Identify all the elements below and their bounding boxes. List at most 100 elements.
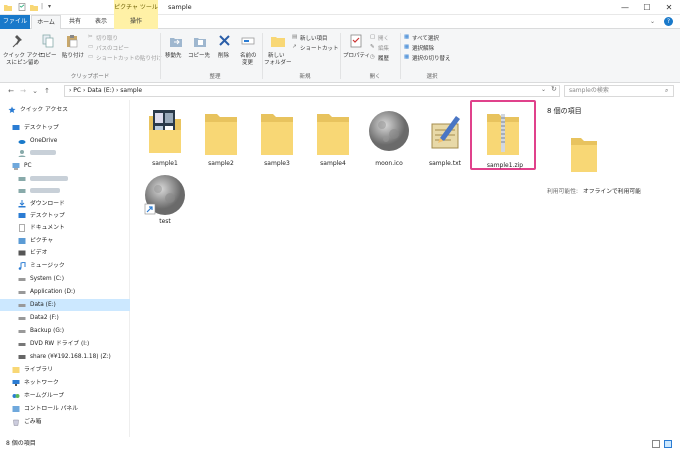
nav-network-drive-2[interactable] xyxy=(0,185,130,197)
paste-button[interactable]: 貼り付け xyxy=(62,51,84,59)
file-item-sample1[interactable]: sample1 xyxy=(135,104,195,170)
nav-onedrive[interactable]: OneDrive xyxy=(0,135,130,147)
folder-icon[interactable] xyxy=(4,3,12,11)
invert-selection-button[interactable]: 選択の切り替え xyxy=(412,54,451,62)
select-all-button[interactable]: すべて選択 xyxy=(412,34,439,42)
status-item-count: 8 個の項目 xyxy=(6,440,36,447)
nav-music[interactable]: ミュージック xyxy=(0,260,130,272)
copy-path-button[interactable]: パスのコピー xyxy=(96,44,129,52)
nav-documents[interactable]: ドキュメント xyxy=(0,222,130,234)
file-item-sample4[interactable]: sample4 xyxy=(303,104,363,170)
tab-share[interactable]: 共有 xyxy=(62,15,88,29)
clipboard-group-label: クリップボード xyxy=(70,74,110,80)
nav-desktop-pc[interactable]: デスクトップ xyxy=(0,210,130,222)
move-to-button[interactable]: 移動先 xyxy=(165,51,182,59)
folder-icon xyxy=(205,114,237,155)
tab-file[interactable]: ファイル xyxy=(0,15,30,29)
back-button[interactable]: ← xyxy=(6,85,16,97)
search-input[interactable]: sampleの検索 ⌕ xyxy=(564,85,674,97)
close-button[interactable]: ✕ xyxy=(658,0,680,15)
history-button[interactable]: 履歴 xyxy=(378,54,389,62)
nav-data2-drive[interactable]: Data2 (F:) xyxy=(0,312,130,324)
nav-dvd-drive[interactable]: DVD RW ドライブ (I:) xyxy=(0,338,130,350)
details-view-icon[interactable] xyxy=(652,440,660,448)
cut-button[interactable]: 切り取り xyxy=(96,34,118,42)
paste-shortcut-button[interactable]: ショートカットの貼り付け xyxy=(96,54,162,62)
file-item-sample2[interactable]: sample2 xyxy=(191,104,251,170)
nav-desktop[interactable]: デスクトップ xyxy=(0,122,130,134)
file-item-test[interactable]: test xyxy=(135,170,195,230)
file-item-sample-txt[interactable]: sample.txt xyxy=(415,104,475,170)
nav-pc[interactable]: PC xyxy=(0,160,130,172)
nav-homegroup[interactable]: ホームグループ xyxy=(0,390,130,402)
properties-button[interactable]: プロパティ xyxy=(343,51,370,59)
nav-user-folder[interactable] xyxy=(0,147,130,159)
nav-backup-drive[interactable]: Backup (G:) xyxy=(0,325,130,337)
redacted-text xyxy=(30,188,60,193)
drive-icon xyxy=(18,304,26,307)
copy-button[interactable]: コピー xyxy=(40,51,57,59)
edit-button[interactable]: 編集 xyxy=(378,44,389,52)
new-shortcut-button[interactable]: ショートカット xyxy=(300,44,339,52)
copy-to-button[interactable]: コピー先 xyxy=(188,51,210,59)
recent-locations-button[interactable]: ⌄ xyxy=(30,85,40,97)
nav-system-drive[interactable]: System (C:) xyxy=(0,273,130,285)
nav-pictures[interactable]: ピクチャ xyxy=(0,235,130,247)
select-none-button[interactable]: 選択解除 xyxy=(412,44,434,52)
folder-icon xyxy=(317,114,349,155)
address-input[interactable]: › PC › Data (E:) › sample xyxy=(64,85,560,97)
shortcut-icon: ↗ xyxy=(292,44,297,50)
help-icon[interactable]: ? xyxy=(664,17,673,26)
network-drive-icon xyxy=(18,177,26,181)
network-drive-icon xyxy=(18,355,26,359)
new-item-button[interactable]: 新しい項目 xyxy=(300,34,328,42)
item-count: 8 個の項目 xyxy=(547,107,582,115)
nav-recycle-bin[interactable]: ごみ箱 xyxy=(0,416,130,428)
download-icon xyxy=(18,200,26,208)
minimize-button[interactable]: — xyxy=(614,0,636,15)
nav-downloads[interactable]: ダウンロード xyxy=(0,198,130,210)
tab-manage[interactable]: 操作 xyxy=(114,15,158,29)
desktop-icon xyxy=(12,125,20,130)
availability-label: 利用可能性: xyxy=(547,189,578,195)
up-button[interactable]: ↑ xyxy=(42,85,52,97)
properties-icon xyxy=(350,34,362,48)
open-button[interactable]: 開く xyxy=(378,34,389,42)
nav-network-drive-1[interactable] xyxy=(0,173,130,185)
customize-qat-icon[interactable]: ▾ xyxy=(48,3,51,10)
refresh-icon[interactable]: ↻ xyxy=(551,85,557,93)
address-dropdown-icon[interactable]: ⌄ xyxy=(541,86,546,93)
nav-data-drive[interactable]: Data (E:) xyxy=(0,299,130,311)
properties-icon[interactable] xyxy=(18,3,26,11)
delete-button[interactable]: 削除 xyxy=(218,51,229,59)
availability-value: オフラインで利用可能 xyxy=(583,189,641,195)
new-folder-icon[interactable] xyxy=(30,3,38,11)
tab-view[interactable]: 表示 xyxy=(88,15,114,29)
maximize-button[interactable]: ☐ xyxy=(636,0,658,15)
nav-videos[interactable]: ビデオ xyxy=(0,247,130,259)
text-file-icon xyxy=(431,116,460,149)
large-icons-view-icon[interactable] xyxy=(664,440,672,448)
file-item-sample1-zip[interactable]: sample1.zip xyxy=(470,100,536,170)
nav-share-drive[interactable]: share (¥¥192.168.1.18) (Z:) xyxy=(0,351,130,363)
tab-home[interactable]: ホーム xyxy=(31,15,61,30)
ribbon-collapse-icon[interactable]: ⌄ xyxy=(650,18,655,25)
nav-network[interactable]: ネットワーク xyxy=(0,377,130,389)
folder-with-images-icon xyxy=(149,110,181,153)
edit-icon: ✎ xyxy=(370,44,375,50)
new-folder-icon xyxy=(271,37,285,47)
address-bar-row: ← → ⌄ ↑ › PC › Data (E:) › sample ⌄ ↻ sa… xyxy=(0,83,680,99)
nav-application-drive[interactable]: Application (D:) xyxy=(0,286,130,298)
file-item-sample3[interactable]: sample3 xyxy=(247,104,307,170)
cut-icon: ✂ xyxy=(88,34,93,40)
new-folder-button-2[interactable]: フォルダー xyxy=(264,58,292,66)
nav-library[interactable]: ライブラリ xyxy=(0,364,130,376)
file-item-moon-ico[interactable]: moon.ico xyxy=(359,104,419,170)
ribbon-separator xyxy=(400,33,401,79)
nav-control-panel[interactable]: コントロール パネル xyxy=(0,403,130,415)
rename-button-2[interactable]: 変更 xyxy=(242,58,253,66)
pin-quick-access-label-2[interactable]: スにピン留め xyxy=(6,58,39,66)
address-path: › PC › Data (E:) › sample xyxy=(69,87,143,94)
nav-quick-access[interactable]: クイック アクセス xyxy=(0,104,130,116)
forward-button[interactable]: → xyxy=(18,85,28,97)
